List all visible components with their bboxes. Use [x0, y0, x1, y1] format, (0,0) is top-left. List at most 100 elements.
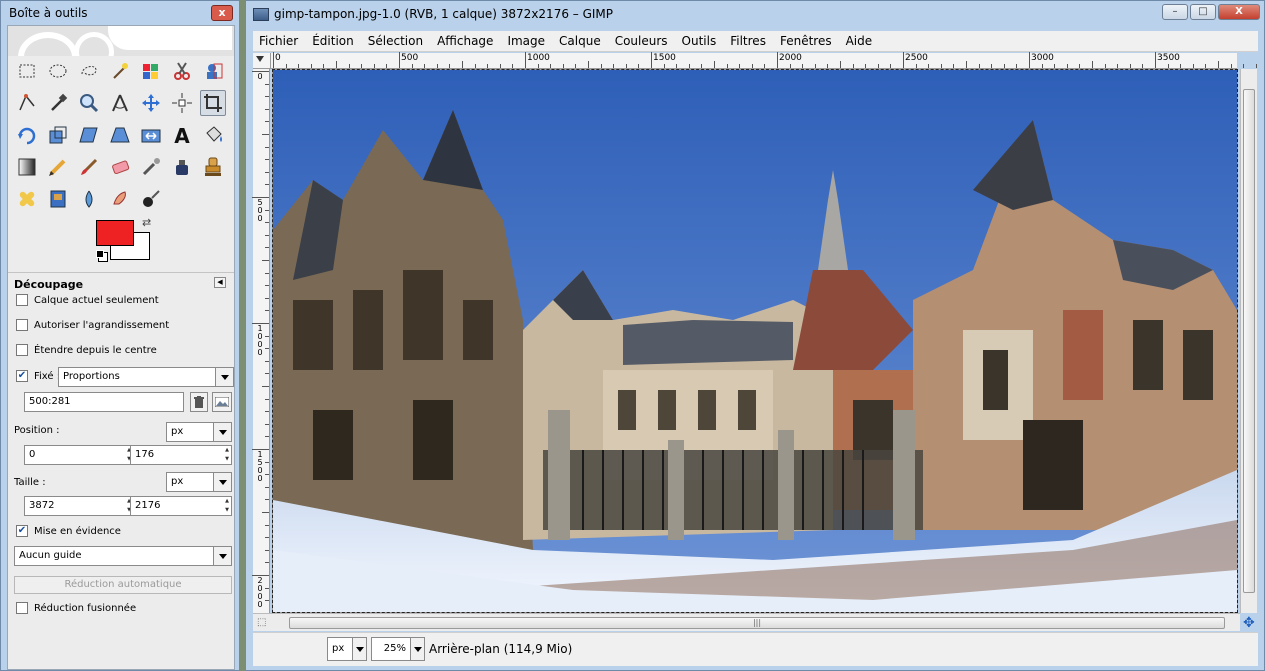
blend-tool-button[interactable]	[14, 154, 40, 180]
airbrush-tool-button[interactable]	[138, 154, 164, 180]
scale-tool-button[interactable]	[45, 122, 71, 148]
rotate-tool-button[interactable]	[14, 122, 40, 148]
smudge-tool-button[interactable]	[107, 186, 133, 212]
text-tool-button[interactable]: A	[169, 122, 195, 148]
spin-icon[interactable]: ▲ ▼	[223, 446, 231, 464]
pencil-tool-button[interactable]	[45, 154, 71, 180]
allow-growing-option[interactable]: Autoriser l'agrandissement	[16, 319, 169, 331]
ruler-corner[interactable]	[253, 53, 271, 69]
menu-aide[interactable]: Aide	[846, 34, 873, 48]
clear-ratio-button[interactable]	[190, 392, 208, 412]
blur-tool-button[interactable]	[76, 186, 102, 212]
ink-tool-button[interactable]	[169, 154, 195, 180]
quick-mask-icon[interactable]: ⬚	[257, 617, 266, 628]
free-select-tool-button[interactable]	[76, 58, 102, 84]
move-tool-button[interactable]	[138, 90, 164, 116]
zoom-select[interactable]: 25%	[371, 637, 425, 661]
flip-tool-button[interactable]	[138, 122, 164, 148]
ruler-minor-tick	[1016, 64, 1018, 68]
fuzzy-select-tool-button[interactable]	[107, 58, 133, 84]
position-unit-select[interactable]: px	[166, 422, 232, 442]
current-layer-only-option[interactable]: Calque actuel seulement	[16, 294, 159, 306]
wilber-drop-area[interactable]	[8, 26, 234, 56]
minimize-button[interactable]: –	[1162, 4, 1188, 20]
color-picker-tool-button[interactable]	[45, 90, 71, 116]
shear-tool-button[interactable]	[76, 122, 102, 148]
align-tool-button[interactable]	[169, 90, 195, 116]
fixed-checkbox[interactable]: ✔	[16, 370, 28, 382]
position-x-field[interactable]: 0 ▲ ▼	[24, 445, 134, 465]
close-button[interactable]: X	[1218, 4, 1260, 20]
fixed-mode-select[interactable]: Proportions	[58, 367, 234, 387]
tool-options-menu-icon[interactable]: ◀	[214, 277, 226, 288]
highlight-option[interactable]: ✔ Mise en évidence	[16, 525, 121, 537]
eraser-tool-button[interactable]	[107, 154, 133, 180]
ruler-minor-tick	[262, 134, 269, 135]
horizontal-scroll-thumb[interactable]: |||	[289, 617, 1225, 629]
vertical-scrollbar[interactable]	[1240, 69, 1257, 613]
default-colors-icon[interactable]	[96, 250, 104, 258]
menu-affichage[interactable]: Affichage	[437, 34, 493, 48]
ruler-label: 2500	[905, 53, 928, 63]
foreground-select-tool-button[interactable]	[200, 58, 226, 84]
menu-couleurs[interactable]: Couleurs	[615, 34, 668, 48]
fixed-option[interactable]: ✔ Fixé :	[16, 370, 60, 382]
vertical-scroll-thumb[interactable]	[1243, 89, 1255, 593]
bucket-fill-tool-button[interactable]	[200, 122, 226, 148]
menu-fenetres[interactable]: Fenêtres	[780, 34, 832, 48]
guides-select[interactable]: Aucun guide	[14, 546, 232, 566]
menu-outils[interactable]: Outils	[682, 34, 717, 48]
zoom-value: 25%	[383, 643, 406, 654]
expand-from-center-option[interactable]: Étendre depuis le centre	[16, 344, 157, 356]
menu-image[interactable]: Image	[507, 34, 545, 48]
scissors-tool-button[interactable]	[169, 58, 195, 84]
horizontal-ruler[interactable]: 0 500 1000 1500 2000 2500 3000 3500	[271, 52, 1257, 69]
paintbrush-tool-button[interactable]	[76, 154, 102, 180]
expand-from-center-checkbox[interactable]	[16, 344, 28, 356]
expand-from-center-label: Étendre depuis le centre	[34, 344, 157, 356]
crop-tool-button[interactable]	[200, 90, 226, 116]
menu-filtres[interactable]: Filtres	[730, 34, 766, 48]
shrink-merged-option[interactable]: Réduction fusionnée	[16, 602, 136, 614]
size-unit-select[interactable]: px	[166, 472, 232, 492]
vertical-ruler[interactable]: 0500100015002000	[252, 69, 270, 613]
highlight-checkbox[interactable]: ✔	[16, 525, 28, 537]
auto-shrink-button[interactable]: Réduction automatique	[14, 576, 232, 594]
navigate-icon[interactable]: ✥	[1243, 615, 1255, 631]
dodge-burn-tool-button[interactable]	[138, 186, 164, 212]
landscape-button[interactable]	[212, 392, 232, 412]
perspective-clone-tool-button[interactable]	[45, 186, 71, 212]
ratio-field[interactable]: 500:281	[24, 392, 184, 412]
menu-fichier[interactable]: Fichier	[259, 34, 298, 48]
spin-icon[interactable]: ▲ ▼	[223, 497, 231, 515]
horizontal-scrollbar[interactable]: ⬚ |||	[253, 613, 1240, 631]
toolbox-close-button[interactable]: x	[211, 5, 233, 21]
color-select-tool-button[interactable]	[138, 58, 164, 84]
canvas-area[interactable]	[272, 69, 1238, 613]
ruler-minor-tick	[537, 64, 539, 68]
current-layer-only-checkbox[interactable]	[16, 294, 28, 306]
heal-tool-button[interactable]	[14, 186, 40, 212]
allow-growing-checkbox[interactable]	[16, 319, 28, 331]
shrink-merged-checkbox[interactable]	[16, 602, 28, 614]
maximize-button[interactable]: □	[1190, 4, 1216, 20]
unit-select[interactable]: px	[327, 637, 367, 661]
image-canvas[interactable]	[272, 69, 1238, 613]
size-height-field[interactable]: 2176 ▲ ▼	[130, 496, 232, 516]
position-y-field[interactable]: 176 ▲ ▼	[130, 445, 232, 465]
measure-tool-button[interactable]	[107, 90, 133, 116]
ellipse-select-tool-button[interactable]	[45, 58, 71, 84]
menu-edition[interactable]: Édition	[312, 34, 354, 48]
zoom-tool-button[interactable]	[76, 90, 102, 116]
align-icon	[172, 93, 192, 113]
ruler-minor-tick	[512, 64, 514, 68]
menu-selection[interactable]: Sélection	[368, 34, 423, 48]
menu-calque[interactable]: Calque	[559, 34, 601, 48]
rect-select-tool-button[interactable]	[14, 58, 40, 84]
perspective-tool-button[interactable]	[107, 122, 133, 148]
paths-tool-button[interactable]	[14, 90, 40, 116]
swap-colors-icon[interactable]: ⇄	[142, 216, 151, 229]
clone-tool-button[interactable]	[200, 154, 226, 180]
foreground-color-swatch[interactable]	[96, 220, 134, 246]
size-width-field[interactable]: 3872 ▲ ▼	[24, 496, 134, 516]
